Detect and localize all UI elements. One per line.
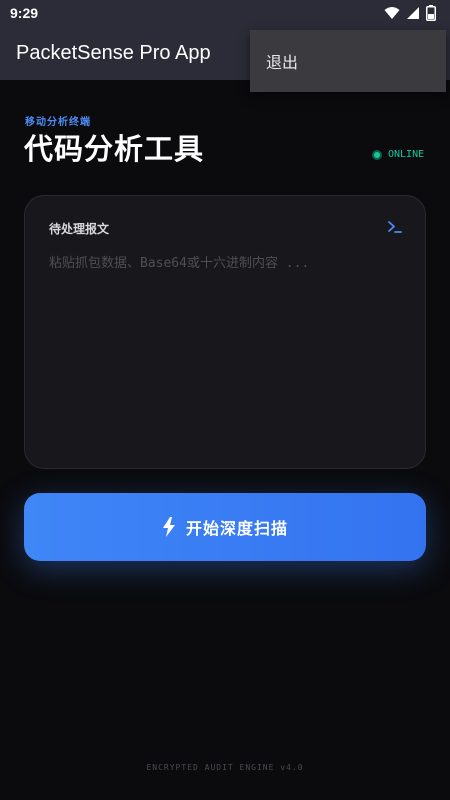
menu-item-exit[interactable]: 退出 (266, 49, 298, 73)
status-icons (384, 5, 436, 21)
app-title: PacketSense Pro App (16, 41, 211, 64)
status-bar: 9:29 (0, 0, 450, 26)
status-text: ONLINE (388, 149, 425, 160)
status-badge: ONLINE (372, 149, 424, 160)
payload-input[interactable] (49, 252, 405, 442)
signal-icon (407, 7, 419, 19)
terminal-icon[interactable] (387, 220, 403, 234)
lightning-icon (162, 517, 175, 537)
overflow-menu: 退出 (250, 30, 446, 92)
payload-card: 待处理报文 (24, 195, 426, 469)
start-scan-button[interactable]: 开始深度扫描 (24, 493, 426, 561)
online-dot-icon (372, 149, 382, 160)
start-scan-label: 开始深度扫描 (185, 519, 288, 538)
payload-label: 待处理报文 (49, 222, 110, 236)
battery-icon (426, 5, 436, 21)
footer-text: ENCRYPTED AUDIT ENGINE v4.0 (146, 763, 304, 772)
page-title: 代码分析工具 (24, 132, 205, 166)
status-time: 9:29 (10, 5, 39, 21)
wifi-icon (384, 7, 400, 19)
